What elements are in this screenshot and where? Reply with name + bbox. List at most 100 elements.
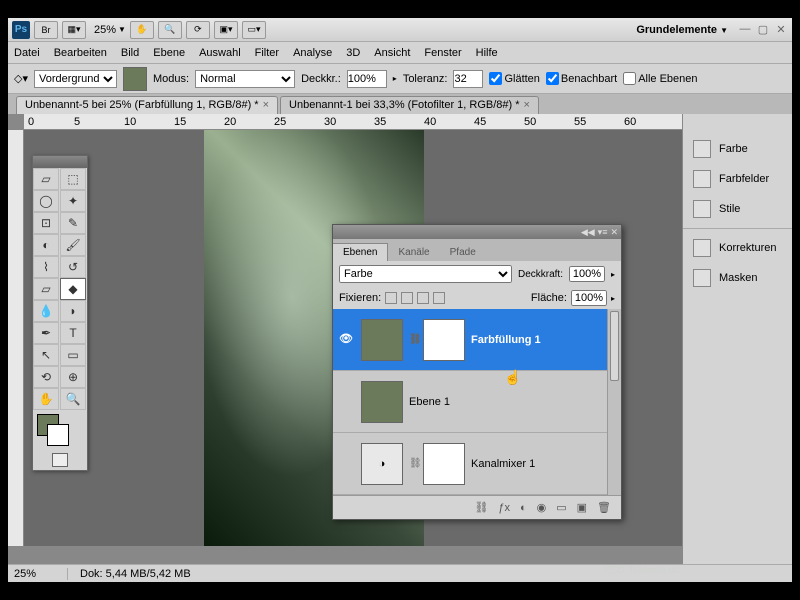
fill-color-swatch[interactable] [123,67,147,91]
layer-thumbnail[interactable] [361,319,403,361]
link-layers-icon[interactable]: ⛓ [474,501,488,514]
deckkr-input[interactable] [347,70,387,88]
alle-ebenen-checkbox[interactable]: Alle Ebenen [623,72,697,85]
link-icon[interactable]: ⛓ [409,458,417,469]
menu-datei[interactable]: Datei [14,47,40,59]
new-layer-icon[interactable]: ▣ [577,501,587,514]
lasso-tool[interactable]: ◯ [33,190,59,212]
layer-thumbnail[interactable]: ◑ [361,443,403,485]
tool-preset-button[interactable]: ◇▾ [14,72,28,85]
layer-row[interactable]: ⛓ Farbfüllung 1 [333,309,621,371]
maximize-button[interactable]: ▢ [756,23,770,37]
tab-pfade[interactable]: Pfade [440,244,486,261]
marquee-tool[interactable]: ⬚ [60,168,86,190]
layer-row[interactable]: ◑ ⛓ Kanalmixer 1 [333,433,621,495]
benachbart-checkbox[interactable]: Benachbart [546,72,617,85]
deckkraft-input[interactable] [569,266,605,282]
lock-all-icon[interactable] [433,292,445,304]
blur-tool[interactable]: 💧 [33,300,59,322]
brush-tool[interactable]: 🖌 [60,234,86,256]
menu-ebene[interactable]: Ebene [153,47,185,59]
rotate-view-button[interactable]: ⟳ [186,21,210,39]
panel-stile[interactable]: Stile [683,194,792,224]
close-icon[interactable]: × [524,99,530,111]
move-tool[interactable]: ▱ [33,168,59,190]
toolbox-header[interactable] [33,156,87,168]
layer-style-icon[interactable]: ƒx [498,502,510,514]
toleranz-input[interactable] [453,70,483,88]
eraser-tool[interactable]: ▱ [33,278,59,300]
menu-hilfe[interactable]: Hilfe [476,47,498,59]
menu-filter[interactable]: Filter [255,47,279,59]
view-extras-button[interactable]: ▦▾ [62,21,86,39]
visibility-icon[interactable] [339,456,355,472]
modus-select[interactable]: Normal [195,70,295,88]
menu-icon[interactable]: ▾≡ [598,227,608,238]
background-color[interactable] [47,424,69,446]
layer-row[interactable]: Ebene 1 [333,371,621,433]
wand-tool[interactable]: ✦ [60,190,86,212]
zoom-level[interactable]: 25% [94,24,116,36]
crop-tool[interactable]: ⊡ [33,212,59,234]
tab-ebenen[interactable]: Ebenen [333,243,388,261]
hand-tool-button[interactable]: ✋ [130,21,154,39]
menu-3d[interactable]: 3D [346,47,360,59]
deckkr-arrow-icon[interactable]: ▸ [393,74,397,83]
layer-thumbnail[interactable] [361,381,403,423]
layer-mask-icon[interactable]: ◐ [520,502,527,514]
status-docinfo[interactable]: Dok: 5,44 MB/5,42 MB [68,568,191,580]
panel-farbfelder[interactable]: Farbfelder [683,164,792,194]
layer-mask[interactable] [423,443,465,485]
link-icon[interactable]: ⛓ [409,334,417,345]
healing-tool[interactable]: ◐ [33,234,59,256]
delete-icon[interactable]: 🗑 [597,501,611,514]
arrow-icon[interactable]: ▸ [611,294,615,303]
status-zoom[interactable]: 25% [8,568,68,580]
history-brush-tool[interactable]: ↺ [60,256,86,278]
close-icon[interactable]: × [263,99,269,111]
visibility-icon[interactable] [339,332,355,348]
menu-bearbeiten[interactable]: Bearbeiten [54,47,107,59]
tab-kanaele[interactable]: Kanäle [388,244,439,261]
path-tool[interactable]: ↖ [33,344,59,366]
3d-camera-tool[interactable]: ⊕ [60,366,86,388]
blend-mode-select[interactable]: Farbe [339,265,512,283]
panel-korrekturen[interactable]: Korrekturen [683,233,792,263]
close-button[interactable]: ✕ [774,23,788,37]
lock-position-icon[interactable] [417,292,429,304]
group-icon[interactable]: ▭ [556,501,566,514]
visibility-icon[interactable] [339,394,355,410]
stamp-tool[interactable]: ⌇ [33,256,59,278]
screen-mode-button[interactable]: ▭▾ [242,21,266,39]
collapse-icon[interactable]: ◀◀ [581,227,595,238]
close-icon[interactable]: ✕ [610,227,618,238]
eyedropper-tool[interactable]: ✎ [60,212,86,234]
lock-transparency-icon[interactable] [385,292,397,304]
zoom-tool[interactable]: 🔍 [60,388,86,410]
minimize-button[interactable]: — [738,23,752,37]
layer-name[interactable]: Ebene 1 [409,396,615,408]
menu-auswahl[interactable]: Auswahl [199,47,241,59]
document-tab[interactable]: Unbenannt-5 bei 25% (Farbfüllung 1, RGB/… [16,96,278,114]
arrange-button[interactable]: ▣▾ [214,21,238,39]
pen-tool[interactable]: ✒ [33,322,59,344]
scrollbar[interactable] [607,309,621,495]
arrow-icon[interactable]: ▸ [611,270,615,279]
bucket-tool[interactable]: ◆ [60,278,86,300]
menu-ansicht[interactable]: Ansicht [374,47,410,59]
fill-mode-select[interactable]: Vordergrund [34,70,117,88]
document-tab[interactable]: Unbenannt-1 bei 33,3% (Fotofilter 1, RGB… [280,96,539,114]
adjustment-layer-icon[interactable]: ◉ [537,501,547,514]
quickmask-toggle[interactable] [33,450,87,470]
menu-bild[interactable]: Bild [121,47,139,59]
hand-tool[interactable]: ✋ [33,388,59,410]
shape-tool[interactable]: ▭ [60,344,86,366]
dodge-tool[interactable]: ◗ [60,300,86,322]
panel-masken[interactable]: Masken [683,263,792,293]
bridge-button[interactable]: Br [34,21,58,39]
flaeche-input[interactable] [571,290,607,306]
layer-mask[interactable] [423,319,465,361]
panel-header[interactable]: ◀◀ ▾≡ ✕ [333,225,621,239]
glaetten-checkbox[interactable]: Glätten [489,72,539,85]
layer-name[interactable]: Kanalmixer 1 [471,458,615,470]
